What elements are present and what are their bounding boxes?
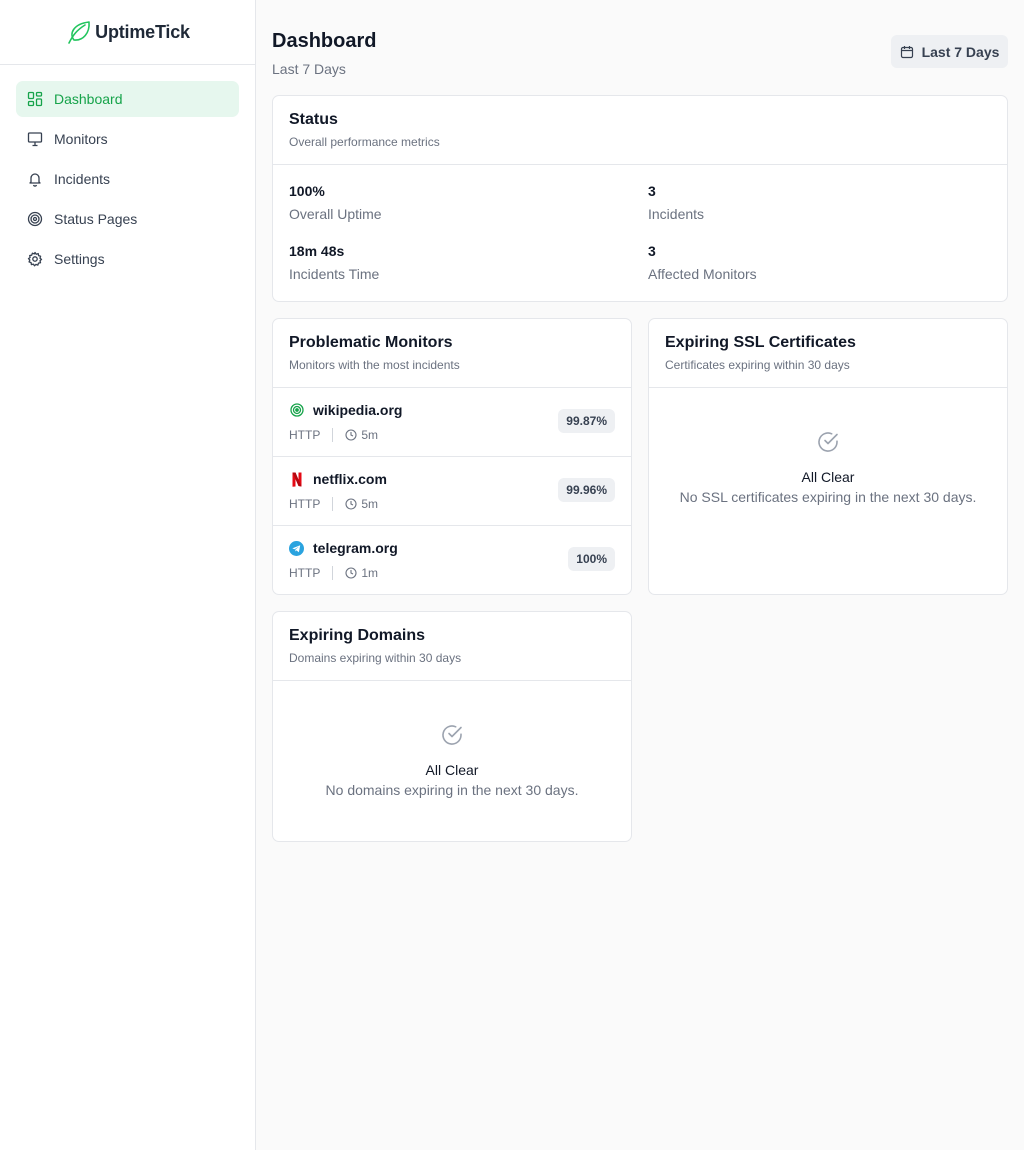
metric-value: 3 — [648, 243, 656, 259]
metric-incidents-time: 18m 48s Incidents Time — [289, 243, 609, 282]
monitor-row-telegram[interactable]: telegram.org HTTP 1m 100% — [273, 526, 631, 595]
target-icon — [289, 403, 304, 418]
monitor-interval: 1m — [361, 566, 379, 580]
monitor-type: HTTP — [289, 428, 321, 442]
monitor-icon — [27, 131, 43, 147]
clock-icon — [345, 498, 357, 510]
meta-divider — [332, 497, 334, 511]
metric-label: Affected Monitors — [648, 266, 757, 282]
page-title: Dashboard — [272, 30, 377, 52]
monitor-row-wikipedia[interactable]: wikipedia.org HTTP 5m 99.87% — [273, 388, 631, 457]
monitor-type: HTTP — [289, 566, 321, 580]
metric-label: Incidents Time — [289, 266, 380, 282]
check-circle-icon — [818, 432, 838, 452]
problematic-monitors-card: Problematic Monitors Monitors with the m… — [272, 318, 632, 595]
app: UptimeTick Dashboard Monitors Incidents … — [0, 0, 1024, 1150]
metric-value: 100% — [289, 183, 325, 199]
uptime-badge: 100% — [568, 547, 615, 571]
sidebar-item-dashboard[interactable]: Dashboard — [16, 81, 239, 117]
metric-value: 3 — [648, 183, 656, 199]
telegram-icon — [289, 540, 304, 556]
check-circle-icon — [442, 725, 462, 745]
expiring-domains-card: Expiring Domains Domains expiring within… — [272, 611, 632, 842]
sidebar-nav: Dashboard Monitors Incidents Status Page… — [0, 65, 255, 277]
metric-value: 18m 48s — [289, 243, 345, 259]
sidebar-item-label: Status Pages — [54, 211, 138, 227]
leaf-logo-icon — [68, 21, 90, 44]
meta-divider — [332, 566, 334, 580]
bell-icon — [27, 171, 43, 187]
sidebar-item-label: Dashboard — [54, 91, 123, 107]
ssl-empty-state: All Clear No SSL certificates expiring i… — [649, 388, 1007, 505]
date-range-button[interactable]: Last 7 Days — [891, 35, 1008, 68]
monitor-type: HTTP — [289, 497, 321, 511]
status-metrics: 100% Overall Uptime 3 Incidents 18m 48s … — [273, 165, 1007, 302]
sidebar-item-label: Monitors — [54, 131, 108, 147]
expiring-domains-description: Domains expiring within 30 days — [289, 651, 462, 665]
uptime-badge: 99.96% — [558, 478, 615, 502]
expiring-ssl-description: Certificates expiring within 30 days — [665, 358, 850, 372]
sidebar-item-label: Incidents — [54, 171, 111, 187]
page-subtitle: Last 7 Days — [272, 61, 346, 77]
sidebar-item-status-pages[interactable]: Status Pages — [16, 201, 239, 237]
uptime-badge: 99.87% — [558, 409, 615, 433]
meta-divider — [332, 428, 334, 442]
gear-icon — [27, 251, 43, 267]
clock-icon — [345, 429, 357, 441]
empty-text: No domains expiring in the next 30 days. — [325, 782, 579, 798]
status-card: Status Overall performance metrics 100% … — [272, 95, 1008, 302]
clock-icon — [345, 567, 357, 579]
metric-label: Incidents — [648, 206, 705, 222]
sidebar: UptimeTick Dashboard Monitors Incidents … — [0, 0, 256, 1150]
expiring-ssl-card: Expiring SSL Certificates Certificates e… — [648, 318, 1008, 595]
status-description: Overall performance metrics — [289, 135, 440, 149]
problematic-monitors-header: Problematic Monitors Monitors with the m… — [273, 319, 631, 388]
empty-title: All Clear — [801, 469, 855, 485]
monitor-row-netflix[interactable]: netflix.com HTTP 5m 99.96% — [273, 457, 631, 526]
metric-affected-monitors: 3 Affected Monitors — [648, 243, 968, 282]
sidebar-item-incidents[interactable]: Incidents — [16, 161, 239, 197]
brand-name: UptimeTick — [95, 21, 190, 42]
domains-empty-state: All Clear No domains expiring in the nex… — [273, 681, 631, 798]
netflix-icon — [289, 472, 304, 487]
monitor-name: netflix.com — [313, 471, 387, 487]
dashboard-icon — [27, 91, 43, 107]
empty-title: All Clear — [425, 762, 479, 778]
expiring-domains-title: Expiring Domains — [289, 627, 426, 644]
target-icon — [27, 211, 43, 227]
monitor-name: telegram.org — [313, 540, 398, 556]
sidebar-item-settings[interactable]: Settings — [16, 241, 239, 277]
status-card-header: Status Overall performance metrics — [273, 96, 1007, 165]
sidebar-item-label: Settings — [54, 251, 105, 267]
metric-overall-uptime: 100% Overall Uptime — [289, 183, 609, 222]
status-title: Status — [289, 111, 338, 128]
monitor-name: wikipedia.org — [313, 402, 403, 418]
expiring-ssl-header: Expiring SSL Certificates Certificates e… — [649, 319, 1007, 388]
date-range-label: Last 7 Days — [921, 43, 1000, 60]
empty-text: No SSL certificates expiring in the next… — [679, 489, 977, 505]
calendar-icon — [900, 45, 913, 58]
problematic-monitors-title: Problematic Monitors — [289, 334, 453, 351]
brand[interactable]: UptimeTick — [0, 0, 255, 65]
expiring-ssl-title: Expiring SSL Certificates — [665, 334, 856, 351]
problematic-monitors-description: Monitors with the most incidents — [289, 358, 460, 372]
monitor-interval: 5m — [361, 497, 379, 511]
metric-label: Overall Uptime — [289, 206, 382, 222]
monitor-interval: 5m — [361, 428, 379, 442]
sidebar-item-monitors[interactable]: Monitors — [16, 121, 239, 157]
main-content: Dashboard Last 7 Days Last 7 Days Status… — [256, 0, 1024, 1150]
metric-incidents: 3 Incidents — [648, 183, 968, 222]
expiring-domains-header: Expiring Domains Domains expiring within… — [273, 612, 631, 681]
